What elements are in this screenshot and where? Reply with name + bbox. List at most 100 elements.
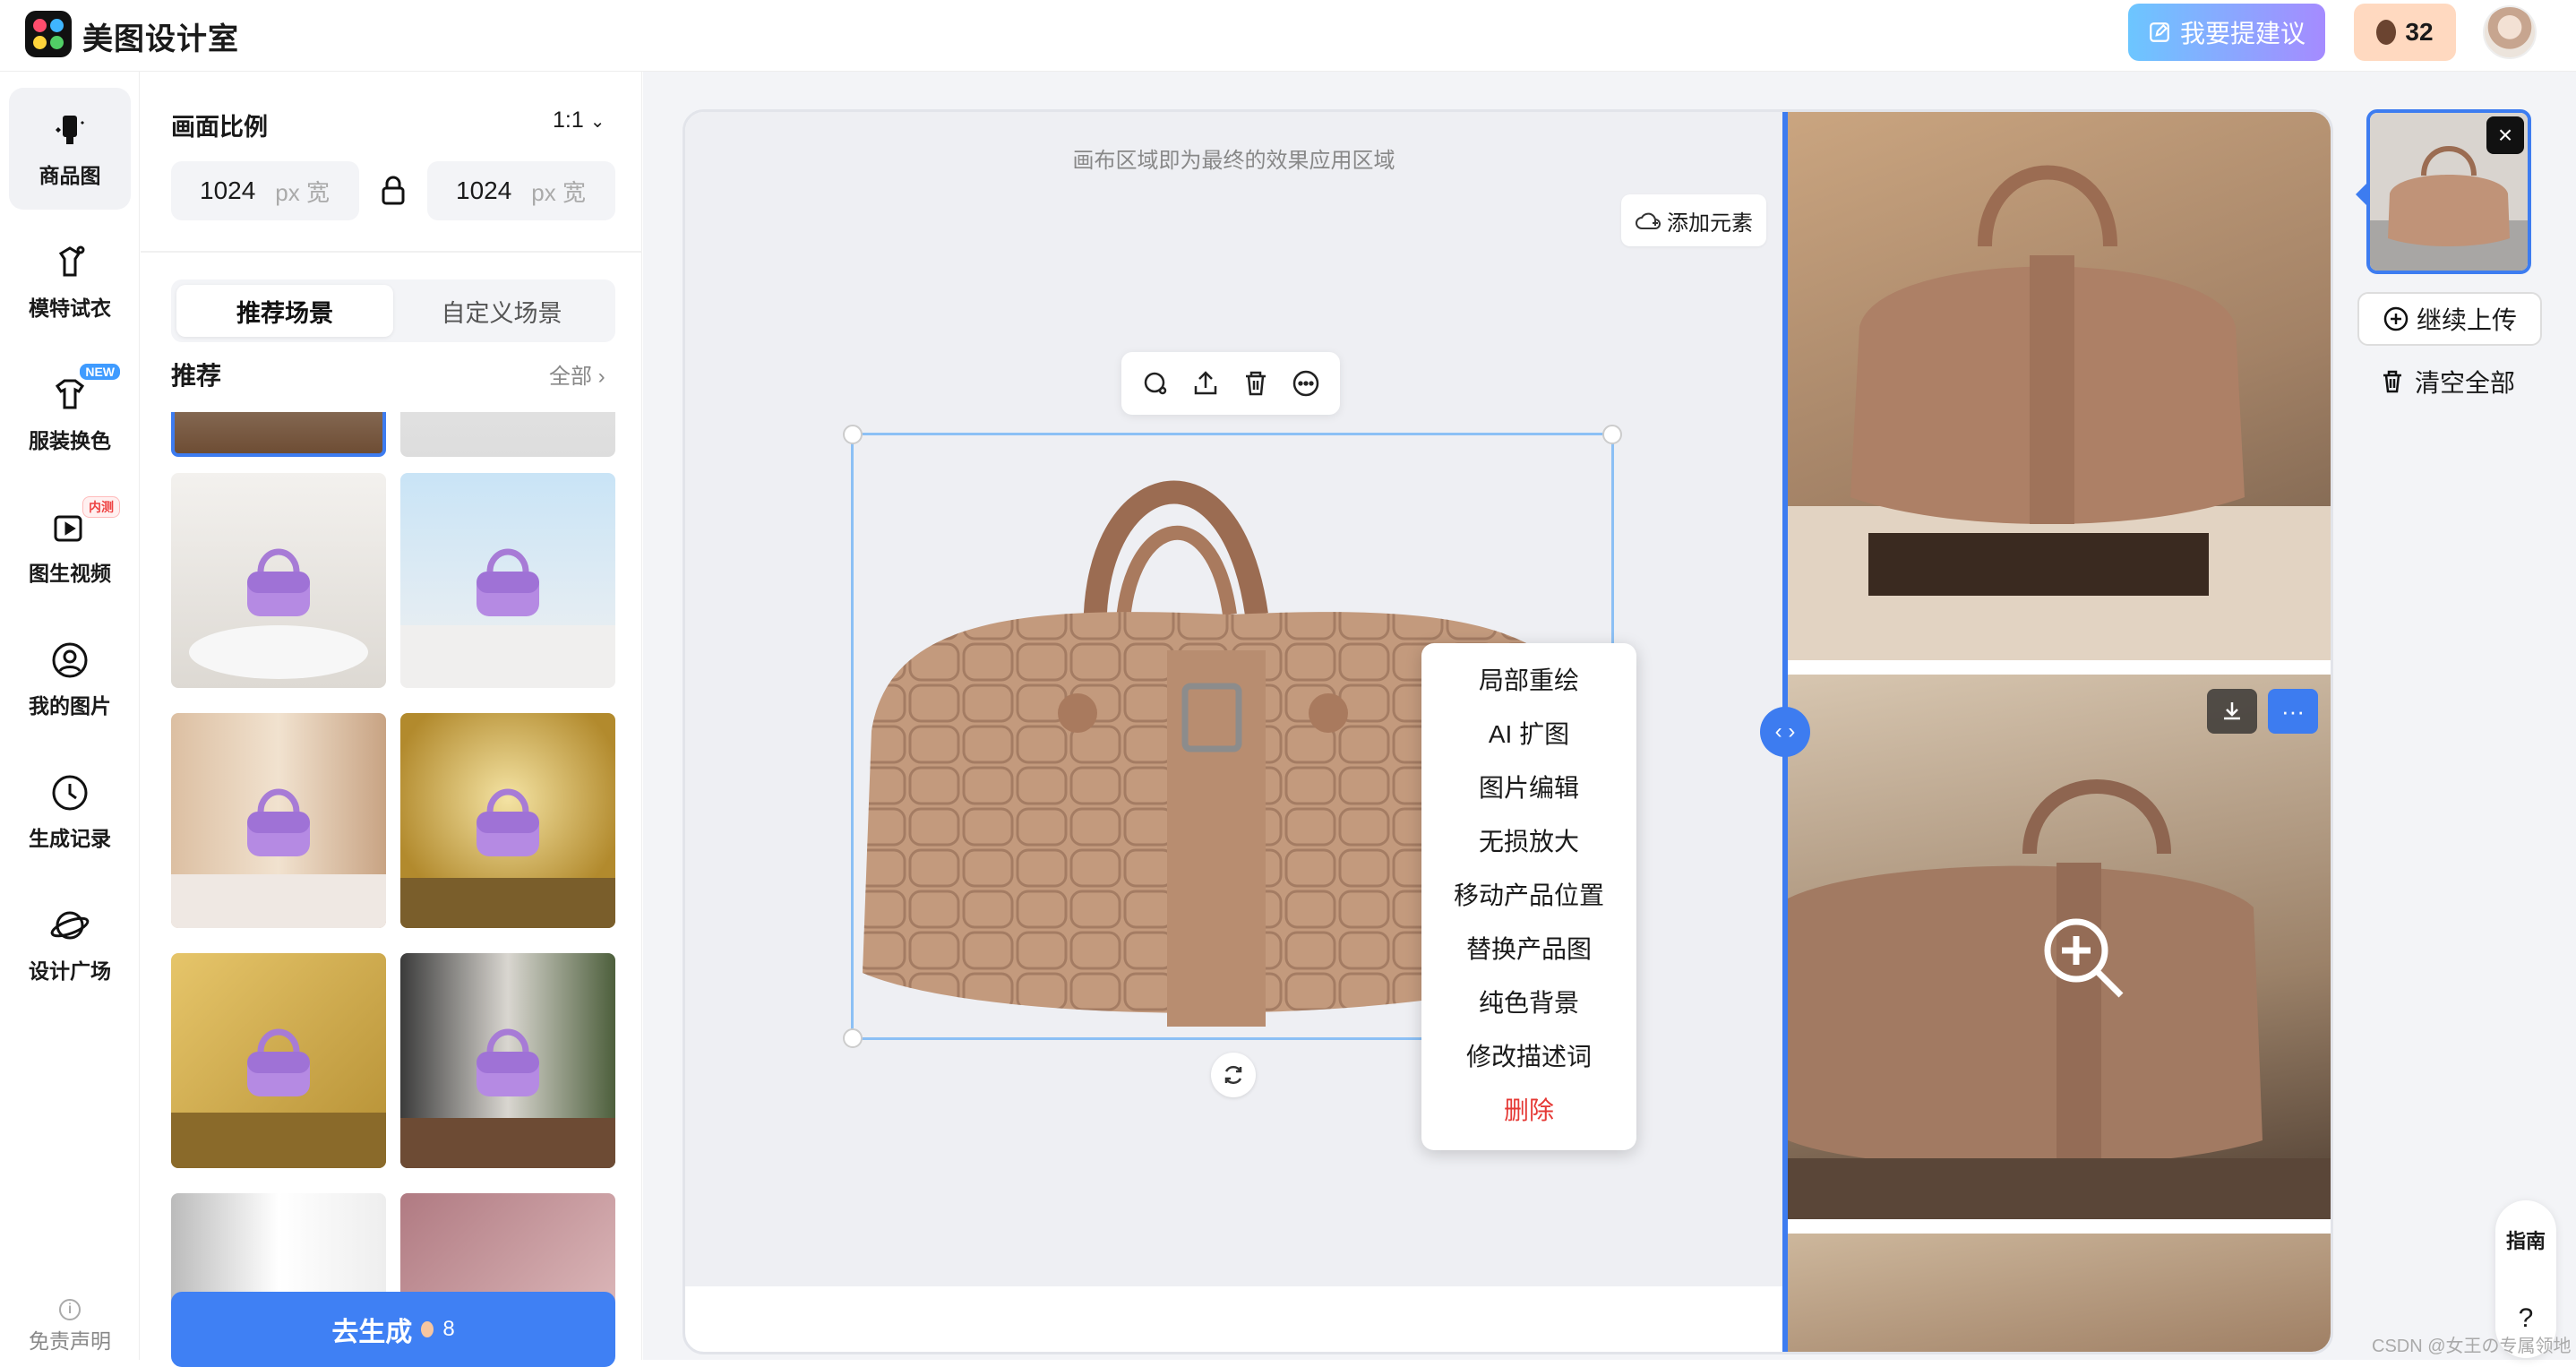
rail-item-history[interactable]: 生成记录 xyxy=(9,751,131,873)
divider xyxy=(141,251,642,253)
user-avatar[interactable] xyxy=(2483,5,2537,59)
menu-item-replace-product[interactable]: 替换产品图 xyxy=(1421,921,1636,975)
lock-icon[interactable] xyxy=(375,172,411,208)
menu-item-delete[interactable]: 删除 xyxy=(1421,1082,1636,1136)
rail-item-gallery[interactable]: 设计广场 xyxy=(9,883,131,1005)
resize-handle[interactable] xyxy=(1602,425,1622,444)
disclaimer-label: 免责声明 xyxy=(29,1329,111,1353)
splitter-handle[interactable]: ‹ › xyxy=(1760,707,1810,757)
width-value: 1024 xyxy=(200,176,256,204)
height-field[interactable]: 1024 px 宽 xyxy=(427,161,615,220)
scene-thumb[interactable] xyxy=(400,713,615,928)
generate-button[interactable]: 去生成 8 xyxy=(171,1292,615,1367)
chevron-right-icon: › xyxy=(597,365,605,389)
new-badge: NEW xyxy=(80,364,120,380)
scene-thumb[interactable] xyxy=(171,412,386,457)
continue-upload-button[interactable]: 继续上传 xyxy=(2357,292,2542,346)
rail-label: 生成记录 xyxy=(29,827,111,850)
result-context-menu: 局部重绘 AI 扩图 图片编辑 无损放大 移动产品位置 替换产品图 纯色背景 修… xyxy=(1421,643,1636,1150)
left-nav-rail: 商品图 模特试衣 NEW 服装换色 内测 图生视频 我的图片 生成记录 设计广场… xyxy=(0,72,140,1360)
trash-icon xyxy=(2383,370,2401,393)
rail-item-recolor[interactable]: NEW 服装换色 xyxy=(9,353,131,475)
ratio-value: 1:1 xyxy=(553,107,584,133)
resize-handle[interactable] xyxy=(843,425,863,444)
zoom-in-icon[interactable] xyxy=(2039,913,2128,1002)
canvas-hint: 画布区域即为最终的效果应用区域 xyxy=(1072,149,1395,173)
download-icon xyxy=(2224,702,2240,720)
credits-count: 32 xyxy=(2405,18,2434,46)
scene-thumb[interactable] xyxy=(171,713,386,928)
suggest-label: 我要提建议 xyxy=(2179,20,2306,47)
clock-icon xyxy=(52,775,88,811)
menu-item-move-product[interactable]: 移动产品位置 xyxy=(1421,867,1636,921)
rail-item-my-images[interactable]: 我的图片 xyxy=(9,618,131,740)
tab-recommended-scene[interactable]: 推荐场景 xyxy=(176,285,393,337)
menu-item-upscale[interactable]: 无损放大 xyxy=(1421,813,1636,867)
disclaimer-link[interactable]: i 免责声明 xyxy=(9,1299,131,1354)
scene-thumb[interactable] xyxy=(400,412,615,457)
recommend-all-label: 全部 xyxy=(549,365,592,389)
rail-item-img2video[interactable]: 内测 图生视频 xyxy=(9,486,131,607)
settings-panel: 画面比例 1:1 ⌄ 1024 px 宽 1024 px 宽 推荐场景 自定义场… xyxy=(141,72,642,1367)
bean-icon xyxy=(421,1321,434,1337)
menu-item-solid-bg[interactable]: 纯色背景 xyxy=(1421,975,1636,1028)
upload-icon[interactable] xyxy=(1190,368,1221,399)
rail-label: 服装换色 xyxy=(29,429,111,452)
remove-thumb-button[interactable]: × xyxy=(2486,116,2524,154)
scene-thumb[interactable] xyxy=(400,953,615,1168)
guide-label[interactable]: 指南 xyxy=(2506,1225,2546,1254)
add-element-button[interactable]: 添加元素 xyxy=(1621,194,1766,246)
more-icon[interactable] xyxy=(1291,368,1321,399)
app-logo-icon[interactable] xyxy=(25,11,72,57)
ratio-select[interactable]: 1:1 ⌄ xyxy=(553,107,605,133)
resize-handle[interactable] xyxy=(843,1028,863,1048)
rail-item-product[interactable]: 商品图 xyxy=(9,88,131,210)
scene-thumb[interactable] xyxy=(171,473,386,688)
tab-custom-scene[interactable]: 自定义场景 xyxy=(393,285,610,337)
scene-tabs: 推荐场景 自定义场景 xyxy=(171,279,615,342)
beta-badge: 内测 xyxy=(82,496,120,518)
result-image-2[interactable]: ··· xyxy=(1788,675,2331,1219)
download-button[interactable] xyxy=(2207,689,2257,734)
menu-item-inpaint[interactable]: 局部重绘 xyxy=(1421,652,1636,706)
result-image-1[interactable] xyxy=(1788,112,2331,660)
trash-icon[interactable] xyxy=(1241,368,1271,399)
plus-circle-icon xyxy=(2383,306,2409,331)
add-element-label: 添加元素 xyxy=(1667,211,1753,236)
user-circle-icon xyxy=(52,642,88,678)
height-unit: px 宽 xyxy=(531,178,586,206)
suggest-button[interactable]: 我要提建议 xyxy=(2128,4,2325,61)
model-icon xyxy=(58,245,85,277)
edit-icon xyxy=(2150,22,2169,42)
height-value: 1024 xyxy=(456,176,512,204)
recommend-all-link[interactable]: 全部 › xyxy=(549,358,605,390)
chevrons-icon: ‹ › xyxy=(1774,719,1796,744)
menu-item-ai-expand[interactable]: AI 扩图 xyxy=(1421,706,1636,760)
scene-thumb[interactable] xyxy=(171,953,386,1168)
recommend-title: 推荐 xyxy=(171,362,222,390)
rail-label: 设计广场 xyxy=(29,959,111,983)
rotate-button[interactable] xyxy=(1211,1053,1256,1097)
rail-item-model-tryon[interactable]: 模特试衣 xyxy=(9,220,131,342)
continue-upload-label: 继续上传 xyxy=(2416,306,2517,334)
result-bag xyxy=(1788,165,2331,660)
menu-item-edit-prompt[interactable]: 修改描述词 xyxy=(1421,1028,1636,1082)
shirt-icon xyxy=(55,379,85,409)
credits-badge[interactable]: 32 xyxy=(2354,4,2456,61)
menu-item-edit[interactable]: 图片编辑 xyxy=(1421,760,1636,813)
scene-thumb[interactable] xyxy=(400,473,615,688)
more-options-button[interactable]: ··· xyxy=(2268,689,2318,734)
clear-all-button[interactable]: 清空全部 xyxy=(2379,364,2515,400)
product-icon xyxy=(56,116,84,144)
element-toolbar xyxy=(1121,352,1340,415)
info-icon: i xyxy=(59,1299,81,1320)
selected-pointer xyxy=(2356,184,2366,205)
result-image-3[interactable] xyxy=(1788,1234,2331,1352)
cloud-add-icon xyxy=(1636,212,1661,229)
help-icon[interactable]: ? xyxy=(2519,1303,2534,1334)
rail-label: 模特试衣 xyxy=(29,297,111,320)
cutout-icon[interactable] xyxy=(1140,368,1171,399)
app-name: 美图设计室 xyxy=(82,22,239,56)
result-photo xyxy=(1788,1234,2331,1352)
width-field[interactable]: 1024 px 宽 xyxy=(171,161,359,220)
